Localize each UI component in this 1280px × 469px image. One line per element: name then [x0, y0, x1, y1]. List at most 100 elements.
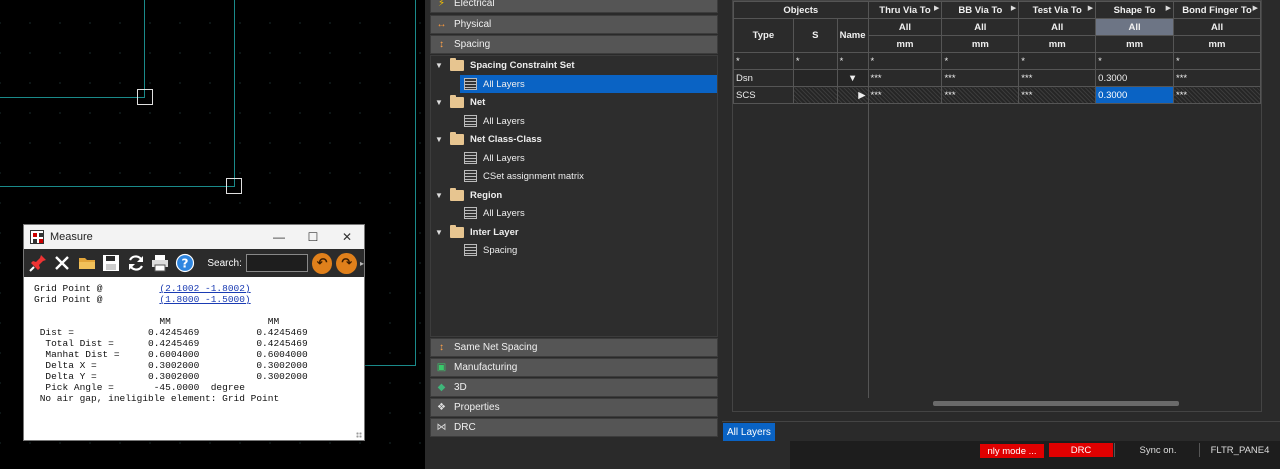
tree-node-spacing-constraint-set[interactable]: ▼ Spacing Constraint Set: [435, 56, 575, 74]
subheader-all-selected[interactable]: All: [1095, 18, 1175, 36]
section-electrical[interactable]: ⚡ Electrical: [430, 0, 718, 13]
section-same-net-spacing[interactable]: ↕ Same Net Spacing: [430, 338, 718, 357]
name-header[interactable]: Name: [836, 18, 869, 53]
filter-cell[interactable]: *: [867, 52, 943, 70]
tree-node-scs-all-layers[interactable]: All Layers: [460, 75, 717, 93]
filter-cell[interactable]: *: [1018, 52, 1097, 70]
type-header[interactable]: Type: [733, 18, 794, 53]
filter-cell[interactable]: *: [1095, 52, 1175, 70]
type-cell[interactable]: Dsn: [733, 69, 794, 87]
collapse-arrow-icon[interactable]: ▼: [435, 61, 445, 70]
worksheet-grid: Objects Thru Via To ▶ BB Via To ▶ Test Via…: [732, 0, 1262, 412]
tree-node-net[interactable]: ▼ Net: [435, 93, 485, 111]
refresh-icon[interactable]: [124, 251, 147, 275]
filter-cell[interactable]: *: [792, 52, 838, 70]
help-icon[interactable]: ?: [173, 251, 196, 275]
col-header-label: Shape To: [1113, 4, 1156, 16]
expand-arrow-icon[interactable]: ▶: [1166, 4, 1171, 12]
section-physical[interactable]: ↔ Physical: [430, 15, 718, 34]
pin-icon[interactable]: [26, 251, 49, 275]
col-header-test-via[interactable]: Test Via To ▶: [1018, 1, 1097, 19]
collapse-arrow-icon[interactable]: ▼: [435, 228, 445, 237]
screen: Measure — ☐ ✕ ? Search: ↶ ↷ ▸ Grid Point…: [0, 0, 1280, 469]
tree-node-ncc-all-layers[interactable]: All Layers: [464, 149, 525, 167]
expand-down-icon[interactable]: ▼: [848, 73, 857, 84]
section-properties[interactable]: ❖ Properties: [430, 398, 718, 417]
value-cell[interactable]: ***: [941, 86, 1020, 104]
search-next-icon[interactable]: ↷: [336, 252, 357, 274]
search-previous-icon[interactable]: ↶: [311, 252, 333, 274]
open-folder-icon[interactable]: [75, 251, 98, 275]
search-input[interactable]: [245, 254, 308, 272]
expand-arrow-icon[interactable]: ▶: [1088, 4, 1093, 12]
tree-node-inter-layer-spacing[interactable]: Spacing: [464, 241, 517, 259]
unit-header: mm: [1095, 35, 1175, 53]
measure-titlebar[interactable]: Measure — ☐ ✕: [24, 225, 364, 249]
collapse-arrow-icon[interactable]: ▼: [435, 191, 445, 200]
col-header-label: Test Via To: [1032, 4, 1082, 16]
tab-all-layers[interactable]: All Layers: [723, 423, 775, 441]
value-cell-selected[interactable]: 0.3000: [1095, 86, 1175, 104]
value-cell[interactable]: ***: [1018, 86, 1097, 104]
value-cell[interactable]: ***: [867, 86, 943, 104]
section-drc[interactable]: ⋈ DRC: [430, 418, 718, 437]
status-bar: nly mode ... DRC Sync on. FLTR_PANE4: [790, 441, 1280, 469]
scrollbar-thumb[interactable]: [933, 401, 1179, 406]
subheader-all[interactable]: All: [1173, 18, 1261, 36]
expand-arrow-icon[interactable]: ▶: [1011, 4, 1016, 12]
minimize-icon[interactable]: —: [262, 225, 296, 249]
value-cell[interactable]: ***: [1173, 86, 1261, 104]
maximize-icon[interactable]: ☐: [296, 225, 330, 249]
col-header-bond-finger[interactable]: Bond Finger To ▶: [1173, 1, 1261, 19]
expand-arrow-icon[interactable]: ▶: [934, 4, 939, 12]
subheader-all[interactable]: All: [1018, 18, 1097, 36]
subheader-all[interactable]: All: [941, 18, 1020, 36]
s-header[interactable]: S: [792, 18, 838, 53]
col-header-bb-via[interactable]: BB Via To ▶: [941, 1, 1020, 19]
col-header-thru-via[interactable]: Thru Via To ▶: [867, 1, 943, 19]
section-manufacturing[interactable]: ▣ Manufacturing: [430, 358, 718, 377]
col-header-shape[interactable]: Shape To ▶: [1095, 1, 1175, 19]
section-3d[interactable]: ◆ 3D: [430, 378, 718, 397]
value-cell[interactable]: ***: [1173, 69, 1261, 87]
save-icon[interactable]: [99, 251, 122, 275]
filter-cell[interactable]: *: [836, 52, 869, 70]
filter-cell[interactable]: *: [1173, 52, 1261, 70]
s-cell[interactable]: [792, 69, 838, 87]
tree-node-net-class-class[interactable]: ▼ Net Class-Class: [435, 130, 542, 148]
status-drc[interactable]: DRC: [1049, 443, 1113, 457]
tree-node-inter-layer[interactable]: ▼ Inter Layer: [435, 223, 519, 241]
tree-node-region[interactable]: ▼ Region: [435, 186, 502, 204]
name-cell[interactable]: ▼: [836, 69, 869, 87]
filter-cell[interactable]: *: [733, 52, 794, 70]
board-outline-h1: [0, 97, 145, 98]
point-2-link[interactable]: (1.8000 -1.5000): [159, 294, 250, 305]
tree-node-net-all-layers[interactable]: All Layers: [464, 112, 525, 130]
name-cell[interactable]: ▶: [836, 86, 869, 104]
filter-cell[interactable]: *: [941, 52, 1020, 70]
subheader-all[interactable]: All: [867, 18, 943, 36]
print-icon[interactable]: [148, 251, 171, 275]
value-cell[interactable]: ***: [867, 69, 943, 87]
point-1-link[interactable]: (2.1002 -1.8002): [159, 283, 250, 294]
status-mode[interactable]: nly mode ...: [980, 444, 1044, 458]
clear-icon[interactable]: [50, 251, 73, 275]
horizontal-scrollbar[interactable]: [733, 400, 1261, 408]
value-cell[interactable]: ***: [1018, 69, 1097, 87]
section-spacing[interactable]: ↕ Spacing: [430, 35, 718, 54]
table-row[interactable]: SCS ▶ *** *** *** 0.3000 ***: [733, 86, 1261, 104]
expand-arrow-icon[interactable]: ▶: [1253, 4, 1258, 12]
type-cell[interactable]: SCS: [733, 86, 794, 104]
collapse-arrow-icon[interactable]: ▼: [435, 98, 445, 107]
close-window-icon[interactable]: ✕: [330, 225, 364, 249]
value-cell[interactable]: 0.3000: [1095, 69, 1175, 87]
tree-node-region-all-layers[interactable]: All Layers: [464, 204, 525, 222]
tree-node-cset-matrix[interactable]: CSet assignment matrix: [464, 167, 584, 185]
resize-grip[interactable]: [356, 432, 362, 438]
s-cell[interactable]: [792, 86, 838, 104]
toolbar-overflow-icon[interactable]: ▸: [360, 259, 364, 268]
table-row[interactable]: Dsn ▼ *** *** *** 0.3000 ***: [733, 69, 1261, 87]
value-cell[interactable]: ***: [941, 69, 1020, 87]
folder-icon: [450, 94, 464, 108]
collapse-arrow-icon[interactable]: ▼: [435, 135, 445, 144]
